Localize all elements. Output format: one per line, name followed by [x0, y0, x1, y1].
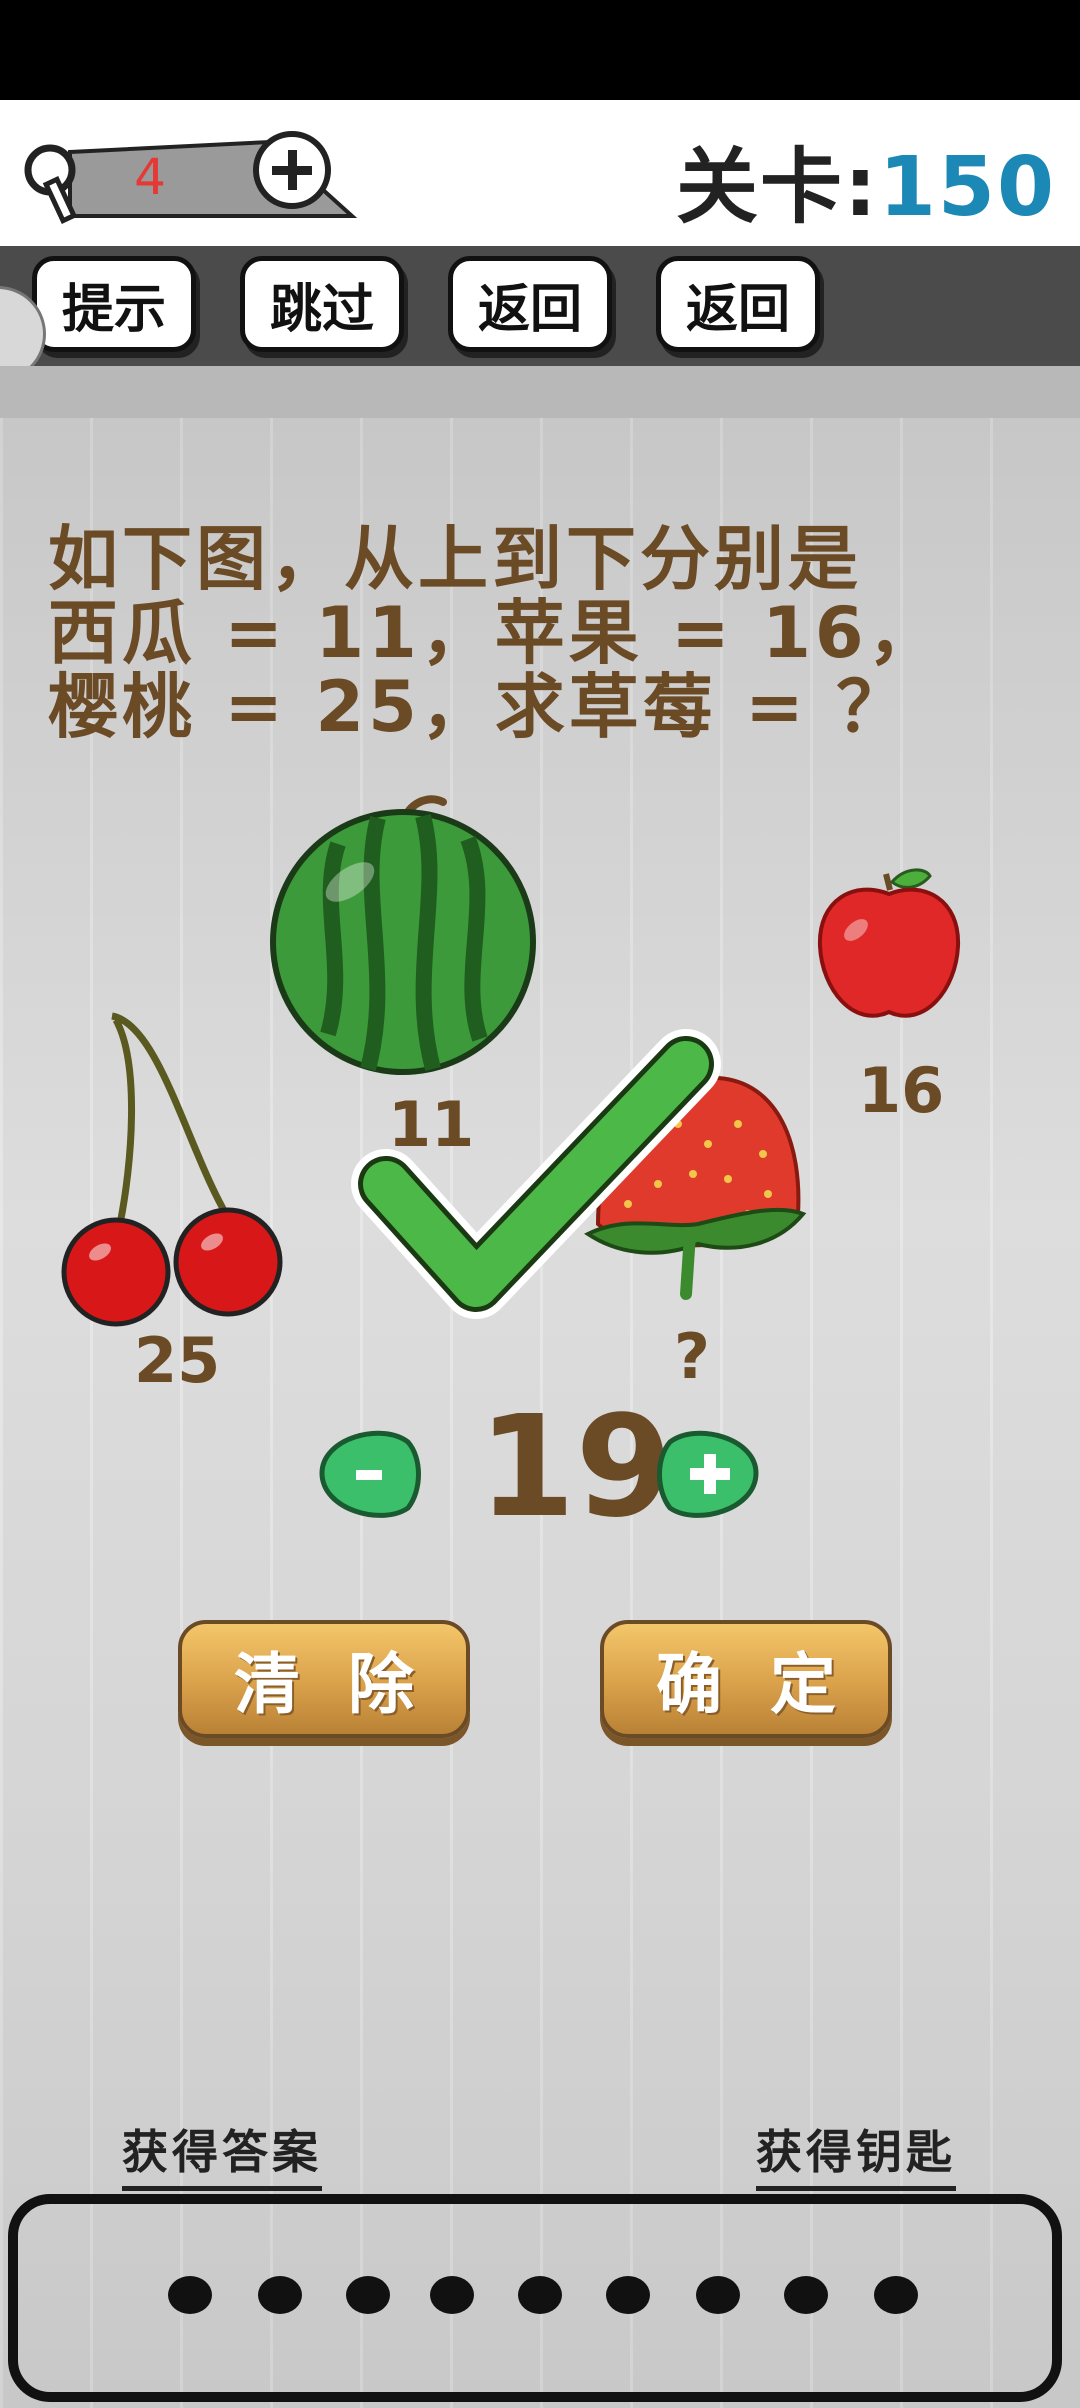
question-line-2: 西瓜 = 11，苹果 = 16，: [48, 592, 942, 674]
cherry-value: 25: [134, 1324, 221, 1397]
answer-dot: [696, 2276, 740, 2314]
plus-icon: [657, 1430, 759, 1518]
key-count: 4: [134, 148, 166, 206]
status-bar: [0, 0, 1080, 100]
plus-button[interactable]: [656, 1418, 766, 1528]
back-button[interactable]: 返回: [448, 256, 612, 352]
question-line-3: 樱桃 = 25，求草莓 = ？: [48, 666, 911, 748]
answer-dot: [168, 2276, 212, 2314]
answer-value: 19: [478, 1386, 673, 1549]
back-button-2[interactable]: 返回: [656, 256, 820, 352]
hint-button[interactable]: 提示: [32, 256, 196, 352]
clear-button[interactable]: 清除: [178, 1620, 470, 1738]
toolbar-shadow-strip: [0, 366, 1080, 418]
level-prefix: 关卡:: [676, 140, 879, 235]
watermelon-icon: [270, 795, 536, 1075]
minus-button[interactable]: [312, 1418, 422, 1528]
cherry-icon: [61, 1012, 283, 1327]
answer-dot: [874, 2276, 918, 2314]
strawberry-value: ?: [674, 1320, 710, 1393]
level-indicator: 关卡:150: [676, 120, 1056, 239]
key-counter-bar[interactable]: [20, 130, 360, 226]
skip-button[interactable]: 跳过: [240, 256, 404, 352]
apple-icon: [817, 868, 961, 1018]
answer-dot: [784, 2276, 828, 2314]
question-line-1: 如下图，从上到下分别是: [48, 518, 862, 600]
minus-icon: [319, 1430, 421, 1518]
answer-dot: [606, 2276, 650, 2314]
answer-dot: [518, 2276, 562, 2314]
level-number: 150: [878, 140, 1056, 235]
get-answer-link[interactable]: 获得答案: [122, 2116, 322, 2191]
apple-value: 16: [858, 1054, 945, 1127]
answer-dot: [430, 2276, 474, 2314]
confirm-button[interactable]: 确定: [600, 1620, 892, 1738]
question-text: 如下图，从上到下分别是 西瓜 = 11，苹果 = 16， 樱桃 = 25，求草莓…: [48, 522, 1048, 744]
get-key-link[interactable]: 获得钥匙: [756, 2116, 956, 2191]
answer-dot: [346, 2276, 390, 2314]
correct-check-icon: [351, 1029, 721, 1319]
answer-dot: [258, 2276, 302, 2314]
